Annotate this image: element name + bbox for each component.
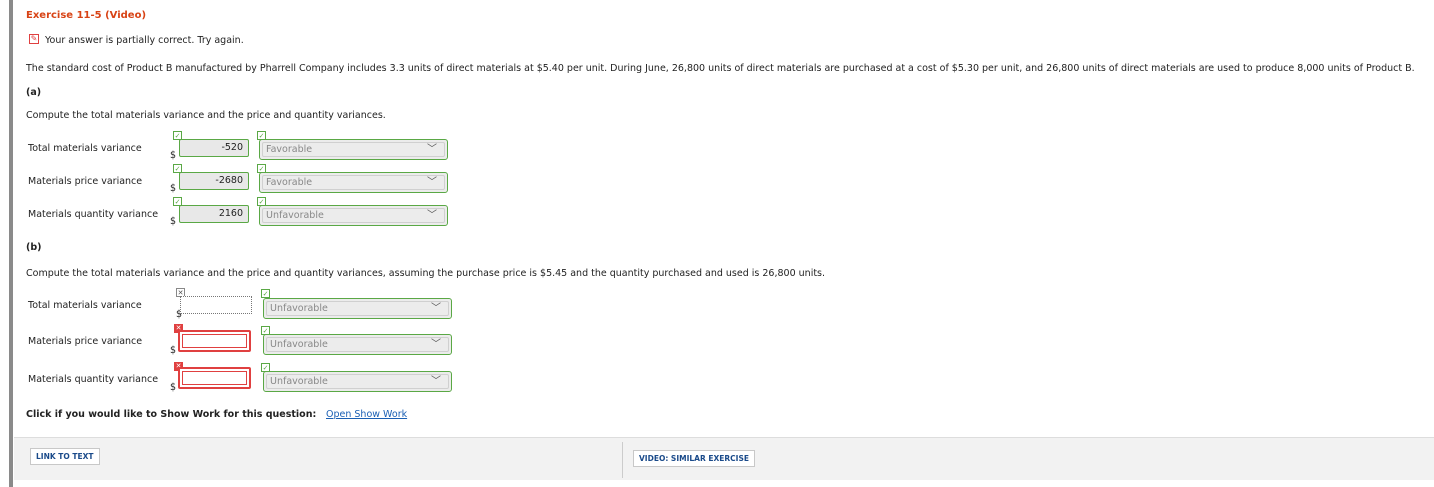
price-variance-input-b[interactable]: [178, 330, 251, 352]
problem-text: The standard cost of Product B manufactu…: [26, 63, 1415, 74]
quantity-variance-select-a[interactable]: Unfavorable ﹀: [259, 205, 448, 226]
currency-symbol: $: [170, 216, 177, 227]
chevron-down-icon: ﹀: [427, 177, 437, 188]
row-label: Total materials variance: [28, 143, 142, 154]
currency-symbol: $: [170, 150, 177, 161]
correct-check-icon: ✓: [261, 289, 270, 298]
row-label: Materials price variance: [28, 336, 143, 347]
part-a-instruction: Compute the total materials variance and…: [26, 110, 386, 121]
row-label: Materials quantity variance: [28, 374, 159, 385]
part-b-heading: (b): [26, 242, 42, 253]
currency-symbol: $: [170, 345, 177, 356]
quantity-variance-select-b[interactable]: Unfavorable ﹀: [263, 371, 452, 392]
part-b-instruction: Compute the total materials variance and…: [26, 268, 826, 279]
status-message: Your answer is partially correct. Try ag…: [45, 35, 244, 46]
price-variance-select-a[interactable]: Favorable ﹀: [259, 172, 448, 193]
quantity-variance-input-b[interactable]: [178, 367, 251, 389]
row-label: Materials price variance: [28, 176, 143, 187]
question-frame: Exercise 11-5 (Video) ✎ Your answer is p…: [13, 0, 1434, 487]
chevron-down-icon: ﹀: [427, 144, 437, 155]
left-frame-border: [0, 0, 13, 487]
part-a-heading: (a): [26, 87, 42, 98]
chevron-down-icon: ﹀: [431, 339, 441, 350]
row-label: Total materials variance: [28, 300, 142, 311]
footer-divider: [622, 442, 623, 478]
total-variance-input-a[interactable]: -520: [179, 139, 249, 157]
chevron-down-icon: ﹀: [431, 303, 441, 314]
total-variance-input-b[interactable]: [180, 296, 252, 314]
total-variance-select-b[interactable]: Unfavorable ﹀: [263, 298, 452, 319]
chevron-down-icon: ﹀: [427, 210, 437, 221]
row-label: Materials quantity variance: [28, 209, 159, 220]
chevron-down-icon: ﹀: [431, 376, 441, 387]
video-similar-exercise-button[interactable]: VIDEO: SIMILAR EXERCISE: [633, 450, 755, 467]
currency-symbol: $: [170, 183, 177, 194]
quantity-variance-input-a[interactable]: 2160: [179, 205, 249, 223]
price-variance-select-b[interactable]: Unfavorable ﹀: [263, 334, 452, 355]
price-variance-input-a[interactable]: -2680: [179, 172, 249, 190]
exercise-title: Exercise 11-5 (Video): [26, 10, 147, 21]
show-work-prompt: Click if you would like to Show Work for…: [26, 409, 317, 420]
pencil-icon: ✎: [29, 34, 39, 44]
total-variance-select-a[interactable]: Favorable ﹀: [259, 139, 448, 160]
link-to-text-button[interactable]: LINK TO TEXT: [30, 448, 100, 465]
open-show-work-link[interactable]: Open Show Work: [326, 409, 407, 420]
currency-symbol: $: [170, 382, 177, 393]
